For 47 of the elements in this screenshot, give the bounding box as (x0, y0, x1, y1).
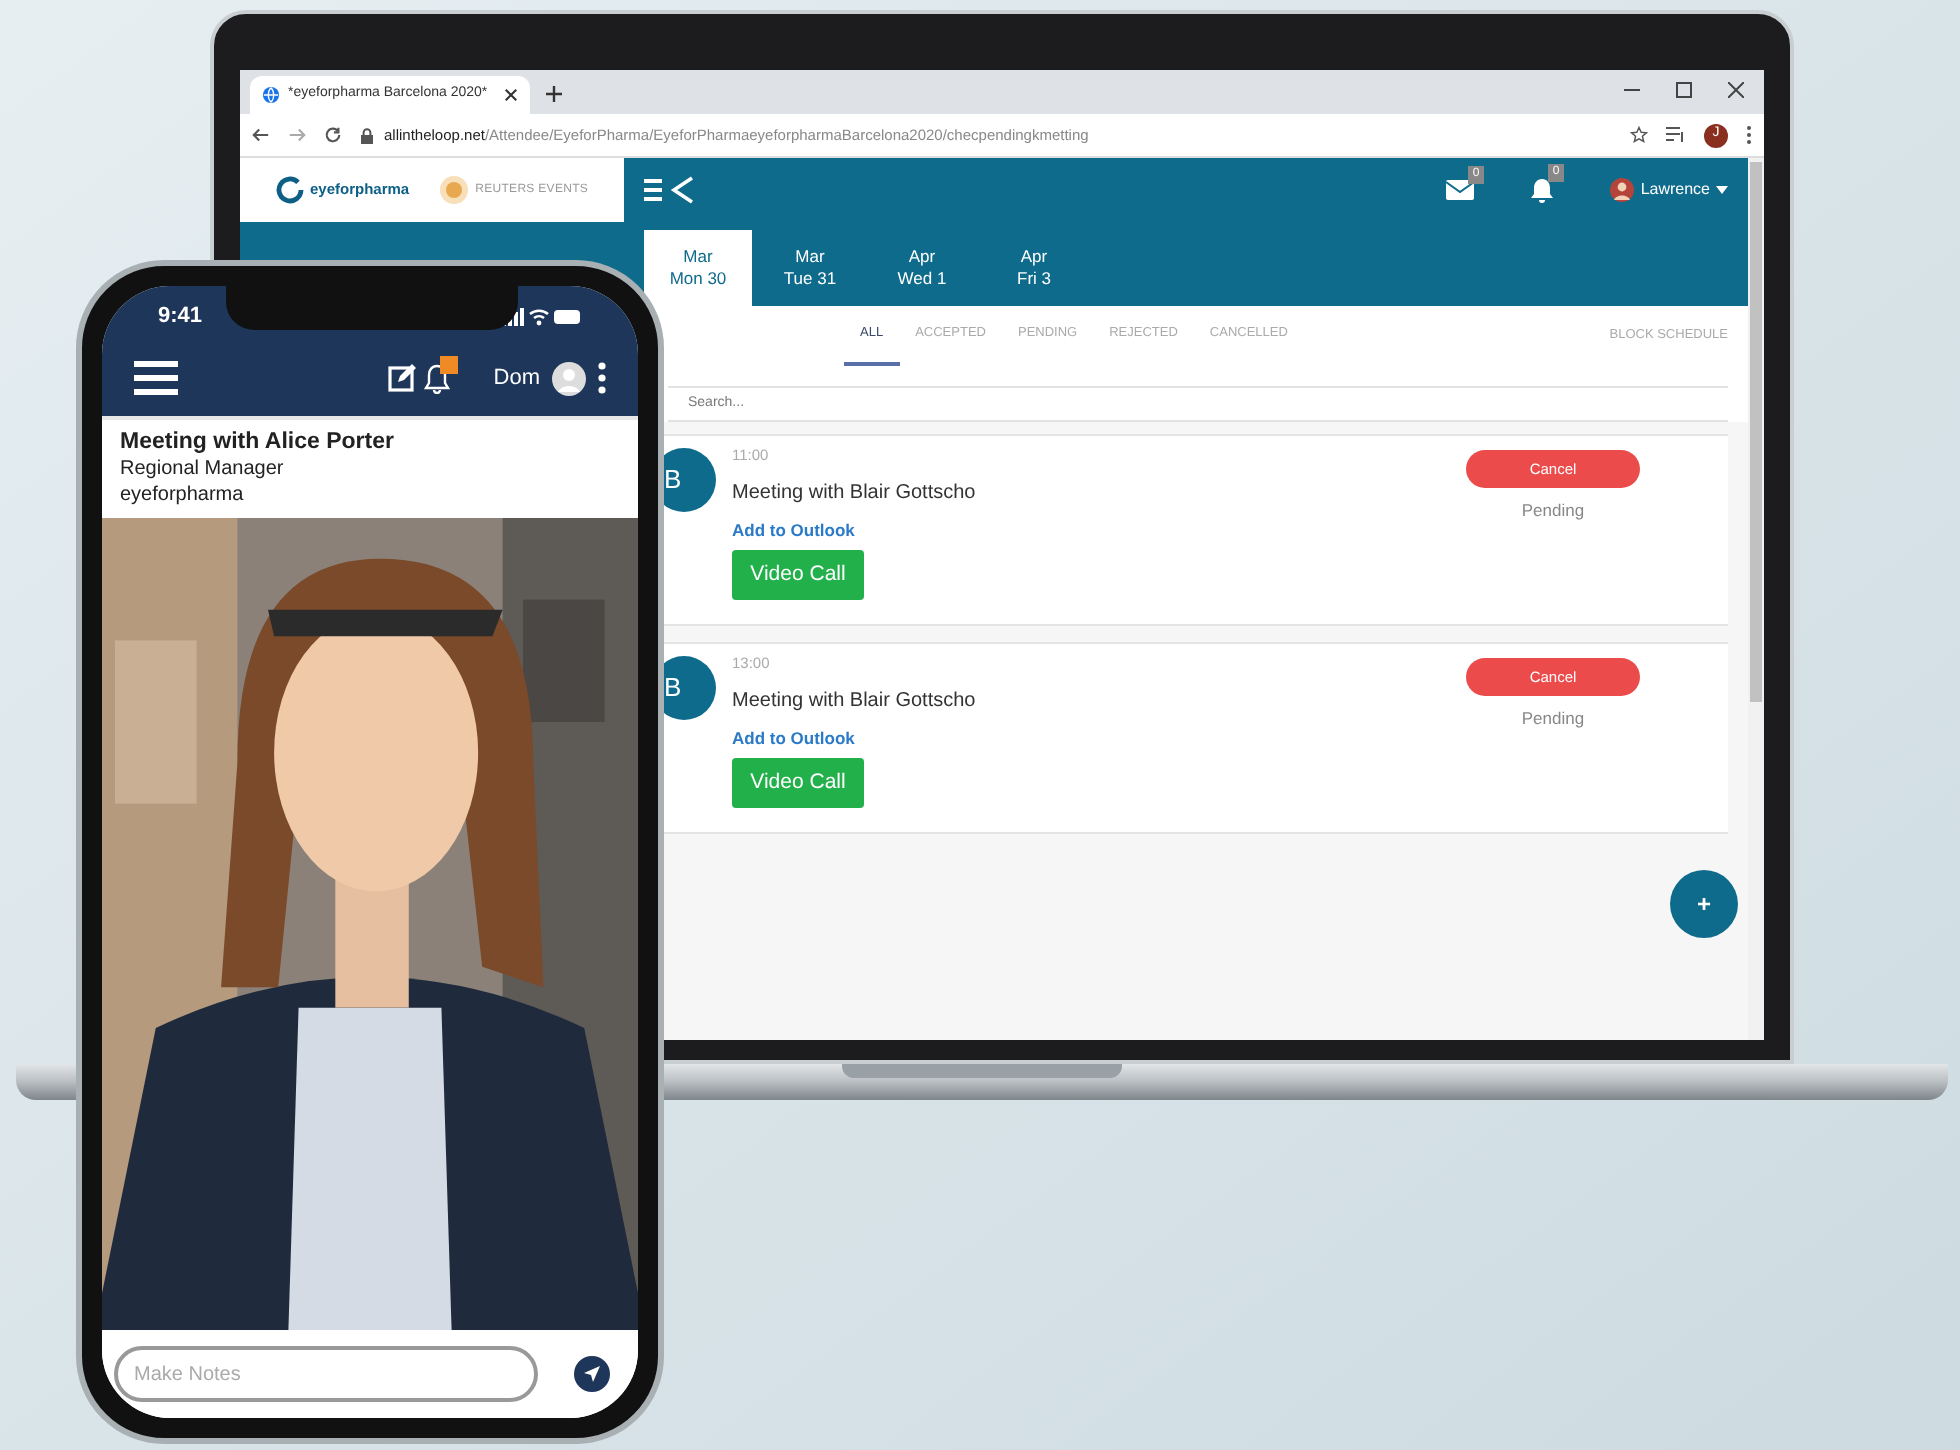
back-icon[interactable] (252, 126, 270, 144)
menu-collapse-icon[interactable] (644, 176, 696, 204)
status-time: 9:41 (158, 302, 203, 333)
notes-field[interactable]: Make Notes (114, 1346, 538, 1402)
date-tab[interactable]: Apr Wed 1 (868, 230, 976, 306)
date-tab[interactable]: Mar Mon 30 (644, 230, 752, 306)
new-tab-icon[interactable] (546, 86, 562, 102)
send-icon[interactable] (574, 1356, 610, 1392)
notification-badge (439, 355, 458, 373)
date-tab[interactable]: Apr Fri 3 (980, 230, 1088, 306)
contact-role: Regional Manager (120, 456, 286, 482)
ring-logo-icon (276, 176, 304, 204)
meeting-status: Pending (1521, 706, 1585, 732)
video-call-button[interactable]: Video Call (732, 550, 864, 600)
close-icon[interactable] (1728, 82, 1744, 98)
avatar-icon[interactable] (552, 361, 586, 395)
avatar-icon (1610, 178, 1635, 202)
meeting-status: Pending (1521, 498, 1585, 524)
menu-icon[interactable] (134, 360, 178, 396)
maximize-icon[interactable] (1676, 82, 1692, 98)
edit-icon[interactable] (387, 364, 416, 392)
user-menu[interactable]: Lawrence (1610, 178, 1728, 202)
mail-icon[interactable] (1446, 180, 1475, 200)
close-icon[interactable] (504, 88, 518, 102)
outlook-link[interactable]: Add to Outlook (732, 518, 855, 544)
more-icon[interactable] (598, 362, 606, 394)
contact-company: eyeforpharma (120, 482, 246, 508)
date-tab[interactable]: Mar Tue 31 (756, 230, 864, 306)
meeting-title: Meeting with Blair Gottscho (732, 688, 976, 717)
meeting-title: Meeting with Blair Gottscho (732, 480, 976, 509)
bell-icon[interactable] (1530, 177, 1555, 203)
reload-icon[interactable] (324, 126, 342, 144)
more-icon[interactable] (1746, 126, 1752, 144)
user-name: Dom (493, 363, 540, 394)
lock-icon (360, 127, 374, 143)
dotted-circle-logo-icon (437, 174, 470, 206)
video-call-button[interactable]: Video Call (732, 758, 864, 808)
scrollbar[interactable] (1748, 158, 1764, 1040)
status-icons (502, 308, 582, 326)
outlook-link[interactable]: Add to Outlook (732, 726, 855, 752)
star-icon[interactable] (1630, 126, 1648, 144)
globe-icon (262, 86, 280, 104)
add-button[interactable]: + (1670, 870, 1738, 938)
bell-icon[interactable] (423, 363, 450, 393)
caret-icon (1716, 186, 1728, 194)
meeting-title: Meeting with Alice Porter (120, 430, 396, 456)
playlist-icon[interactable] (1666, 126, 1686, 144)
